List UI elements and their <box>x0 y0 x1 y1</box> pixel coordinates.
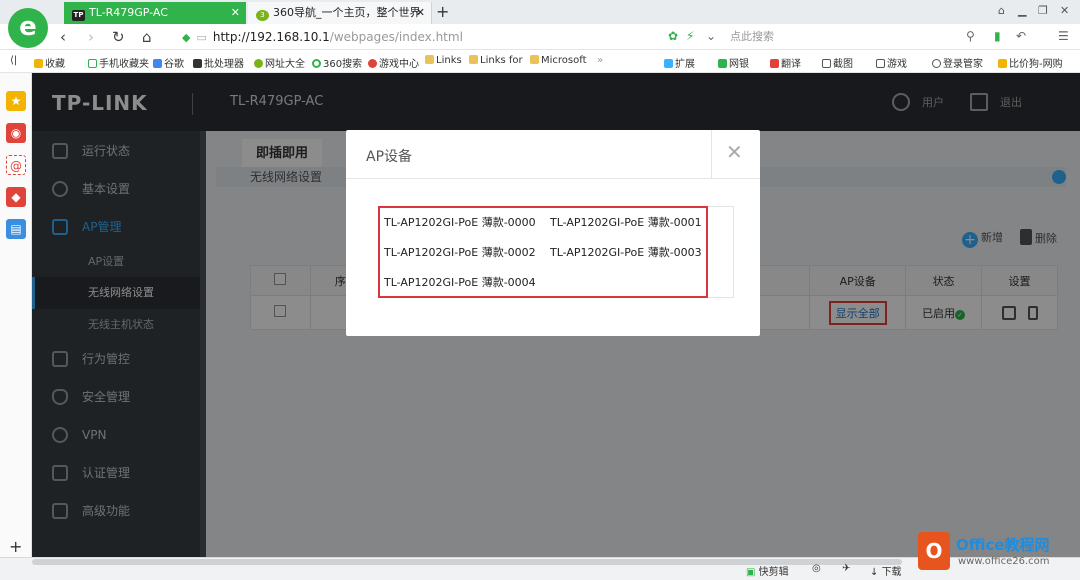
undo-icon[interactable]: ↶ <box>1016 29 1026 43</box>
shield-icon <box>718 59 727 68</box>
favorites-star-icon[interactable]: ★ <box>6 91 26 111</box>
tab-360-nav-label: 360导航_一个主页，整个世界 <box>273 6 421 19</box>
browser-side-panel: ★ ◉ @ ◆ ▤ + <box>0 73 32 557</box>
menu-icon[interactable]: ☰ <box>1058 29 1069 43</box>
mail-icon[interactable]: @ <box>6 155 26 175</box>
bookmark-url-directory[interactable]: 网址大全 <box>254 55 305 70</box>
close-icon[interactable]: ✕ <box>231 2 240 24</box>
battery-icon[interactable]: ▮ <box>994 29 1001 43</box>
tplink-favicon-icon: TP <box>72 10 85 21</box>
gamepad-icon <box>876 59 885 68</box>
search-input[interactable]: 点此搜索 <box>730 28 980 46</box>
cmd-icon <box>193 59 202 68</box>
ap-item-0004: TL-AP1202GI-PoE 薄款-0004 <box>384 276 536 289</box>
ap-item-0002: TL-AP1202GI-PoE 薄款-0002 <box>384 246 536 259</box>
extension-icon <box>664 59 673 68</box>
home-icon[interactable]: ⌂ <box>142 27 152 47</box>
document-icon[interactable]: ▤ <box>6 219 26 239</box>
tab-router[interactable]: TP TL-R479GP-AC ✕ <box>64 2 246 24</box>
folder-icon <box>530 55 539 64</box>
bookmark-batch[interactable]: 批处理器 <box>193 55 244 70</box>
download-icon: ↓ <box>870 567 882 578</box>
bookmark-360-search[interactable]: 360搜索 <box>312 55 362 70</box>
ap-item-0003: TL-AP1202GI-PoE 薄款-0003 <box>550 246 702 259</box>
close-icon[interactable]: ✕ <box>416 2 425 24</box>
tool-translate[interactable]: 翻译 <box>770 55 801 70</box>
browser-toolbar: ‹ › ↻ ⌂ ◆ ▭ http://192.168.10.1/webpages/i… <box>0 24 1080 50</box>
quick-clip-button[interactable]: ▣ 快剪辑 <box>746 563 789 578</box>
header-divider <box>346 178 760 179</box>
search-icon[interactable]: ⚲ <box>966 29 975 43</box>
ap-device-dialog: AP设备 ✕ TL-AP1202GI-PoE 薄款-0000 TL-AP1202… <box>346 130 760 336</box>
address-bar[interactable]: ◆ ▭ http://192.168.10.1/webpages/index.htm… <box>182 27 722 47</box>
tool-price-compare[interactable]: 比价狗-网购 <box>998 55 1063 70</box>
url-path: /webpages/index.html <box>329 30 463 44</box>
shirt-skin-icon[interactable]: ⌂ <box>998 4 1005 17</box>
tool-extensions[interactable]: 扩展 <box>664 55 695 70</box>
gamepad-icon[interactable]: ◆ <box>6 187 26 207</box>
restore-icon[interactable]: ❐ <box>1038 4 1048 17</box>
bookmark-favorites[interactable]: 收藏 <box>34 55 65 70</box>
game-icon <box>368 59 377 68</box>
title-divider <box>711 130 712 178</box>
ap-item-0000: TL-AP1202GI-PoE 薄款-0000 <box>384 216 536 229</box>
tool-screenshot[interactable]: 截图 <box>822 55 853 70</box>
tool-login-manager[interactable]: 登录管家 <box>932 55 983 70</box>
close-icon[interactable]: ✕ <box>726 142 743 162</box>
watermark-url: www.office26.com <box>958 556 1050 567</box>
chevron-down-icon[interactable]: ⌄ <box>706 29 716 43</box>
refresh-icon[interactable]: ✿ <box>668 29 678 43</box>
360-search-icon <box>312 59 321 68</box>
pin-icon[interactable]: ✈ <box>842 563 850 574</box>
bookmark-google[interactable]: 谷歌 <box>153 55 184 70</box>
reload-icon[interactable]: ↻ <box>112 27 125 47</box>
ap-item-0001: TL-AP1202GI-PoE 薄款-0001 <box>550 216 702 229</box>
back-icon[interactable]: ‹ <box>60 27 66 47</box>
more-bookmarks-icon[interactable]: » <box>597 55 603 66</box>
star-icon <box>34 59 43 68</box>
folder-icon <box>469 55 478 64</box>
sidebar-toggle-icon[interactable]: ⟨| <box>10 55 17 66</box>
minimize-icon[interactable]: ▁ <box>1018 4 1026 17</box>
key-icon <box>932 59 941 68</box>
phone-icon <box>88 59 97 68</box>
page-icon: ▭ <box>196 31 207 44</box>
360-favicon-icon: 3 <box>256 10 269 21</box>
tab-router-label: TL-R479GP-AC <box>89 6 168 19</box>
tool-netbank[interactable]: 网银 <box>718 55 749 70</box>
url-host: http://192.168.10.1 <box>212 30 330 44</box>
forward-icon[interactable]: › <box>88 27 94 47</box>
secure-shield-icon: ◆ <box>182 31 191 44</box>
watermark-title: Office教程网 <box>956 536 1050 554</box>
bookmark-links-for[interactable]: Links for <box>469 55 523 66</box>
bookmark-mobile[interactable]: 手机收藏夹 <box>88 55 149 70</box>
scissors-icon <box>822 59 831 68</box>
360-icon <box>254 59 263 68</box>
office-logo-icon: O <box>918 532 950 570</box>
speed-icon[interactable]: ⚡ <box>686 29 694 43</box>
tool-games[interactable]: 游戏 <box>876 55 907 70</box>
bookmark-microsoft[interactable]: Microsoft <box>530 55 587 66</box>
translate-icon <box>770 59 779 68</box>
clip-icon: ▣ <box>746 567 759 578</box>
folder-icon <box>425 55 434 64</box>
bookmarks-bar: ⟨| 收藏 手机收藏夹 谷歌 批处理器 网址大全 360搜索 游戏中心 Link… <box>0 51 1080 73</box>
close-window-icon[interactable]: ✕ <box>1060 4 1069 17</box>
google-icon <box>153 59 162 68</box>
bookmark-links[interactable]: Links <box>425 55 462 66</box>
weibo-icon[interactable]: ◉ <box>6 123 26 143</box>
bookmark-game-center[interactable]: 游戏中心 <box>368 55 419 70</box>
browser-tab-bar: TP TL-R479GP-AC ✕ 3 360导航_一个主页，整个世界 ✕ + ⌂ … <box>0 0 1080 24</box>
download-button[interactable]: ↓ 下载 <box>870 563 902 578</box>
tab-360-nav[interactable]: 3 360导航_一个主页，整个世界 ✕ <box>248 2 432 24</box>
new-tab-button[interactable]: + <box>436 2 449 22</box>
office26-watermark: O Office教程网 www.office26.com <box>918 528 1074 576</box>
dog-icon <box>998 59 1007 68</box>
dialog-title: AP设备 <box>366 149 413 165</box>
browser-logo-icon[interactable]: e <box>8 8 48 48</box>
speed-dial-icon[interactable]: ◎ <box>812 563 821 574</box>
add-panel-icon[interactable]: + <box>9 537 22 556</box>
